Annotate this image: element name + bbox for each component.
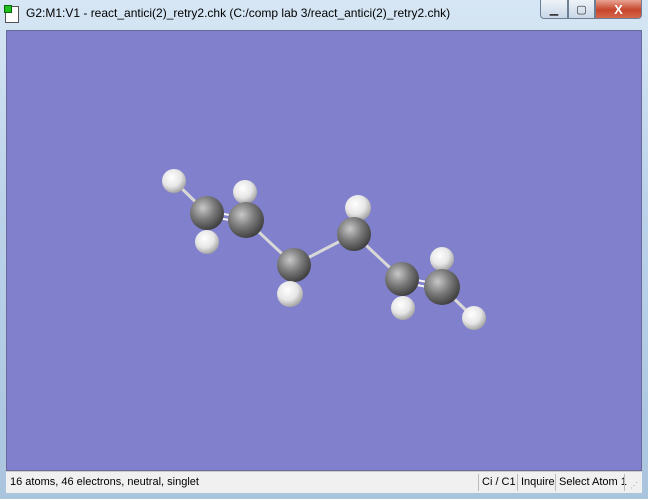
carbon-atom[interactable] — [424, 269, 460, 305]
hydrogen-atom[interactable] — [391, 296, 415, 320]
hydrogen-atom[interactable] — [345, 195, 371, 221]
carbon-atom[interactable] — [385, 262, 419, 296]
action-indicator: Select Atom 1 — [555, 474, 630, 491]
mode-indicator: Inquire — [517, 474, 558, 491]
hydrogen-atom[interactable] — [195, 230, 219, 254]
hydrogen-atom[interactable] — [162, 169, 186, 193]
molecule-canvas[interactable] — [0, 0, 648, 499]
hydrogen-atom[interactable] — [277, 281, 303, 307]
window-frame: G2:M1:V1 - react_antici(2)_retry2.chk (C… — [0, 0, 648, 499]
hydrogen-atom[interactable] — [462, 306, 486, 330]
carbon-atom[interactable] — [277, 248, 311, 282]
carbon-atom[interactable] — [337, 217, 371, 251]
hydrogen-atom[interactable] — [233, 180, 257, 204]
molecule-summary: 16 atoms, 46 electrons, neutral, singlet — [10, 476, 199, 488]
point-group: Ci / C1 — [478, 474, 519, 491]
molecule-viewport[interactable] — [6, 30, 642, 471]
hydrogen-atom[interactable] — [430, 247, 454, 271]
status-bar: 16 atoms, 46 electrons, neutral, singlet… — [6, 471, 642, 493]
carbon-atom[interactable] — [228, 202, 264, 238]
resize-grip-icon[interactable]: ⋰ — [630, 481, 640, 491]
carbon-atom[interactable] — [190, 196, 224, 230]
